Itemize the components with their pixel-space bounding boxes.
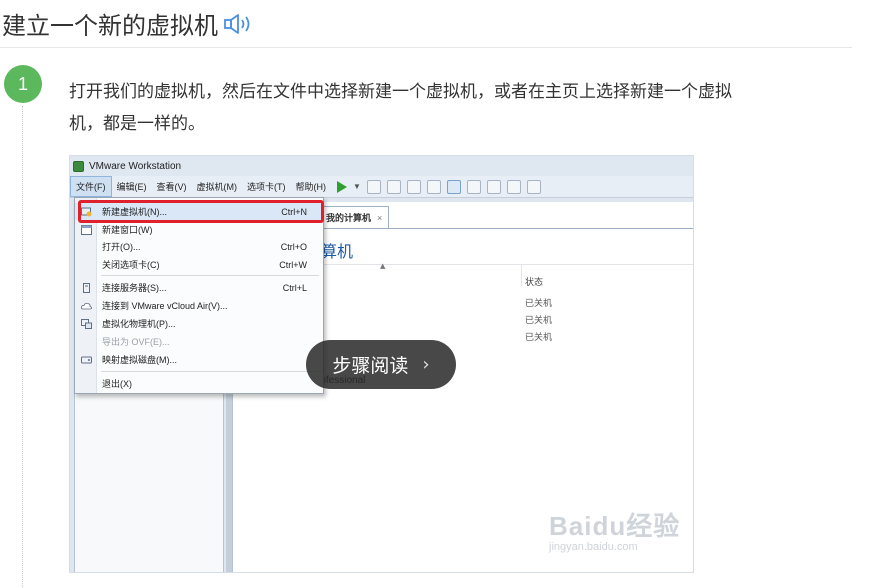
vm-main-heading: 算机 (321, 242, 354, 261)
step-reading-label: 步骤阅读 (332, 355, 409, 377)
toolbar-button-thumbnail-icon[interactable] (526, 179, 541, 194)
toolbar-button-print-icon[interactable] (366, 179, 381, 194)
menu-item-shortcut: Ctrl+W (279, 259, 307, 270)
toolbar-button-fullscreen-icon[interactable] (486, 179, 501, 194)
menu-item-map-disk[interactable]: 映射虚拟磁盘(M)... (75, 351, 323, 368)
menu-item-label: 映射虚拟磁盘(M)... (102, 355, 177, 365)
step-connector-line (22, 106, 23, 588)
vm-window-title: VMware Workstation (89, 160, 182, 172)
menu-item-export-ovf: 导出为 OVF(E)... (75, 333, 323, 350)
menu-item-new-window[interactable]: 新建窗口(W) (75, 221, 323, 238)
watermark-logo-text: Baidu经验 (549, 511, 681, 541)
file-menu-dropdown: 新建虚拟机(N)... Ctrl+N 新建窗口(W) 打开(O)... Ctrl… (74, 197, 324, 394)
sort-arrow-icon[interactable]: ▲ (380, 262, 385, 270)
vm-titlebar: VMware Workstation (70, 156, 693, 176)
menu-item-label: 打开(O)... (102, 242, 141, 252)
step-description-line-2: 机，都是一样的。 (69, 114, 205, 134)
column-separator (521, 264, 522, 286)
vm-status-cell: 已关机 (525, 299, 553, 309)
dropdown-arrow-icon[interactable]: ▼ (353, 182, 361, 191)
step-reading-button[interactable]: 步骤阅读 › (306, 340, 456, 389)
server-icon (81, 282, 92, 293)
toolbar-button-console-icon[interactable] (466, 179, 481, 194)
menu-item-connect-server[interactable]: 连接服务器(S)... Ctrl+L (75, 279, 323, 296)
section-title: 建立一个新的虚拟机 (2, 6, 258, 41)
menu-vm[interactable]: 虚拟机(M) (192, 177, 243, 196)
menu-item-connect-vcloud[interactable]: 连接到 VMware vCloud Air(V)... (75, 297, 323, 314)
menu-item-virtualize-physical[interactable]: 虚拟化物理机(P)... (75, 315, 323, 332)
highlight-box (78, 200, 324, 223)
baidu-watermark: Baidu经验 jingyan.baidu.com (549, 506, 680, 553)
menu-item-shortcut: Ctrl+L (282, 282, 307, 293)
step-description: 打开我们的虚拟机，然后在文件中选择新建一个虚拟机，或者在主页上选择新建一个虚拟 … (69, 76, 859, 140)
menu-tabs[interactable]: 选项卡(T) (242, 177, 291, 196)
menu-item-label: 虚拟化物理机(P)... (102, 319, 176, 329)
menu-item-close-tab[interactable]: 关闭选项卡(C) Ctrl+W (75, 256, 323, 273)
vm-toolbar: ▼ (337, 179, 541, 194)
toolbar-button-manage-icon[interactable] (426, 179, 441, 194)
vm-status-cell: 已关机 (525, 316, 553, 326)
menu-edit[interactable]: 编辑(E) (112, 177, 152, 196)
tab-close-icon[interactable]: × (377, 213, 382, 223)
speaker-icon[interactable] (222, 11, 258, 37)
menu-file[interactable]: 文件(F) (70, 176, 112, 197)
menu-item-label: 连接到 VMware vCloud Air(V)... (102, 301, 228, 311)
toolbar-button-unity-icon[interactable] (506, 179, 521, 194)
menu-separator (101, 371, 319, 372)
menu-item-shortcut: Ctrl+O (280, 241, 307, 252)
cloud-icon (81, 301, 92, 311)
menu-separator (101, 275, 319, 276)
play-icon[interactable] (337, 180, 347, 193)
chevron-right-icon: › (422, 354, 430, 375)
physical-machine-icon (81, 318, 92, 329)
toolbar-button-revert-icon[interactable] (406, 179, 421, 194)
menu-item-label: 连接服务器(S)... (102, 283, 167, 293)
menu-item-label: 新建窗口(W) (102, 225, 153, 235)
title-divider (0, 47, 852, 48)
column-header-status[interactable]: 状态 (525, 275, 543, 288)
step-description-line-1: 打开我们的虚拟机，然后在文件中选择新建一个虚拟机，或者在主页上选择新建一个虚拟 (69, 82, 732, 102)
vm-menubar: 文件(F) 编辑(E) 查看(V) 虚拟机(M) 选项卡(T) 帮助(H) ▼ (70, 176, 693, 198)
disk-icon (81, 355, 92, 365)
vmware-logo-icon (73, 160, 84, 172)
menu-view[interactable]: 查看(V) (152, 177, 192, 196)
tab-my-computer-label: 我的计算机 (326, 213, 372, 223)
menu-item-label: 导出为 OVF(E)... (102, 337, 170, 347)
vm-status-cell: 已关机 (525, 333, 553, 343)
toolbar-button-library-icon[interactable] (446, 179, 461, 194)
menu-item-exit[interactable]: 退出(X) (75, 375, 323, 392)
menu-item-label: 退出(X) (102, 379, 132, 389)
new-window-icon (81, 224, 92, 235)
menu-item-label: 关闭选项卡(C) (102, 260, 160, 270)
step-number-badge: 1 (4, 65, 42, 103)
toolbar-button-snapshot-icon[interactable] (386, 179, 401, 194)
section-title-text: 建立一个新的虚拟机 (2, 12, 218, 40)
menu-item-open[interactable]: 打开(O)... Ctrl+O (75, 238, 323, 255)
menu-help[interactable]: 帮助(H) (291, 177, 332, 196)
